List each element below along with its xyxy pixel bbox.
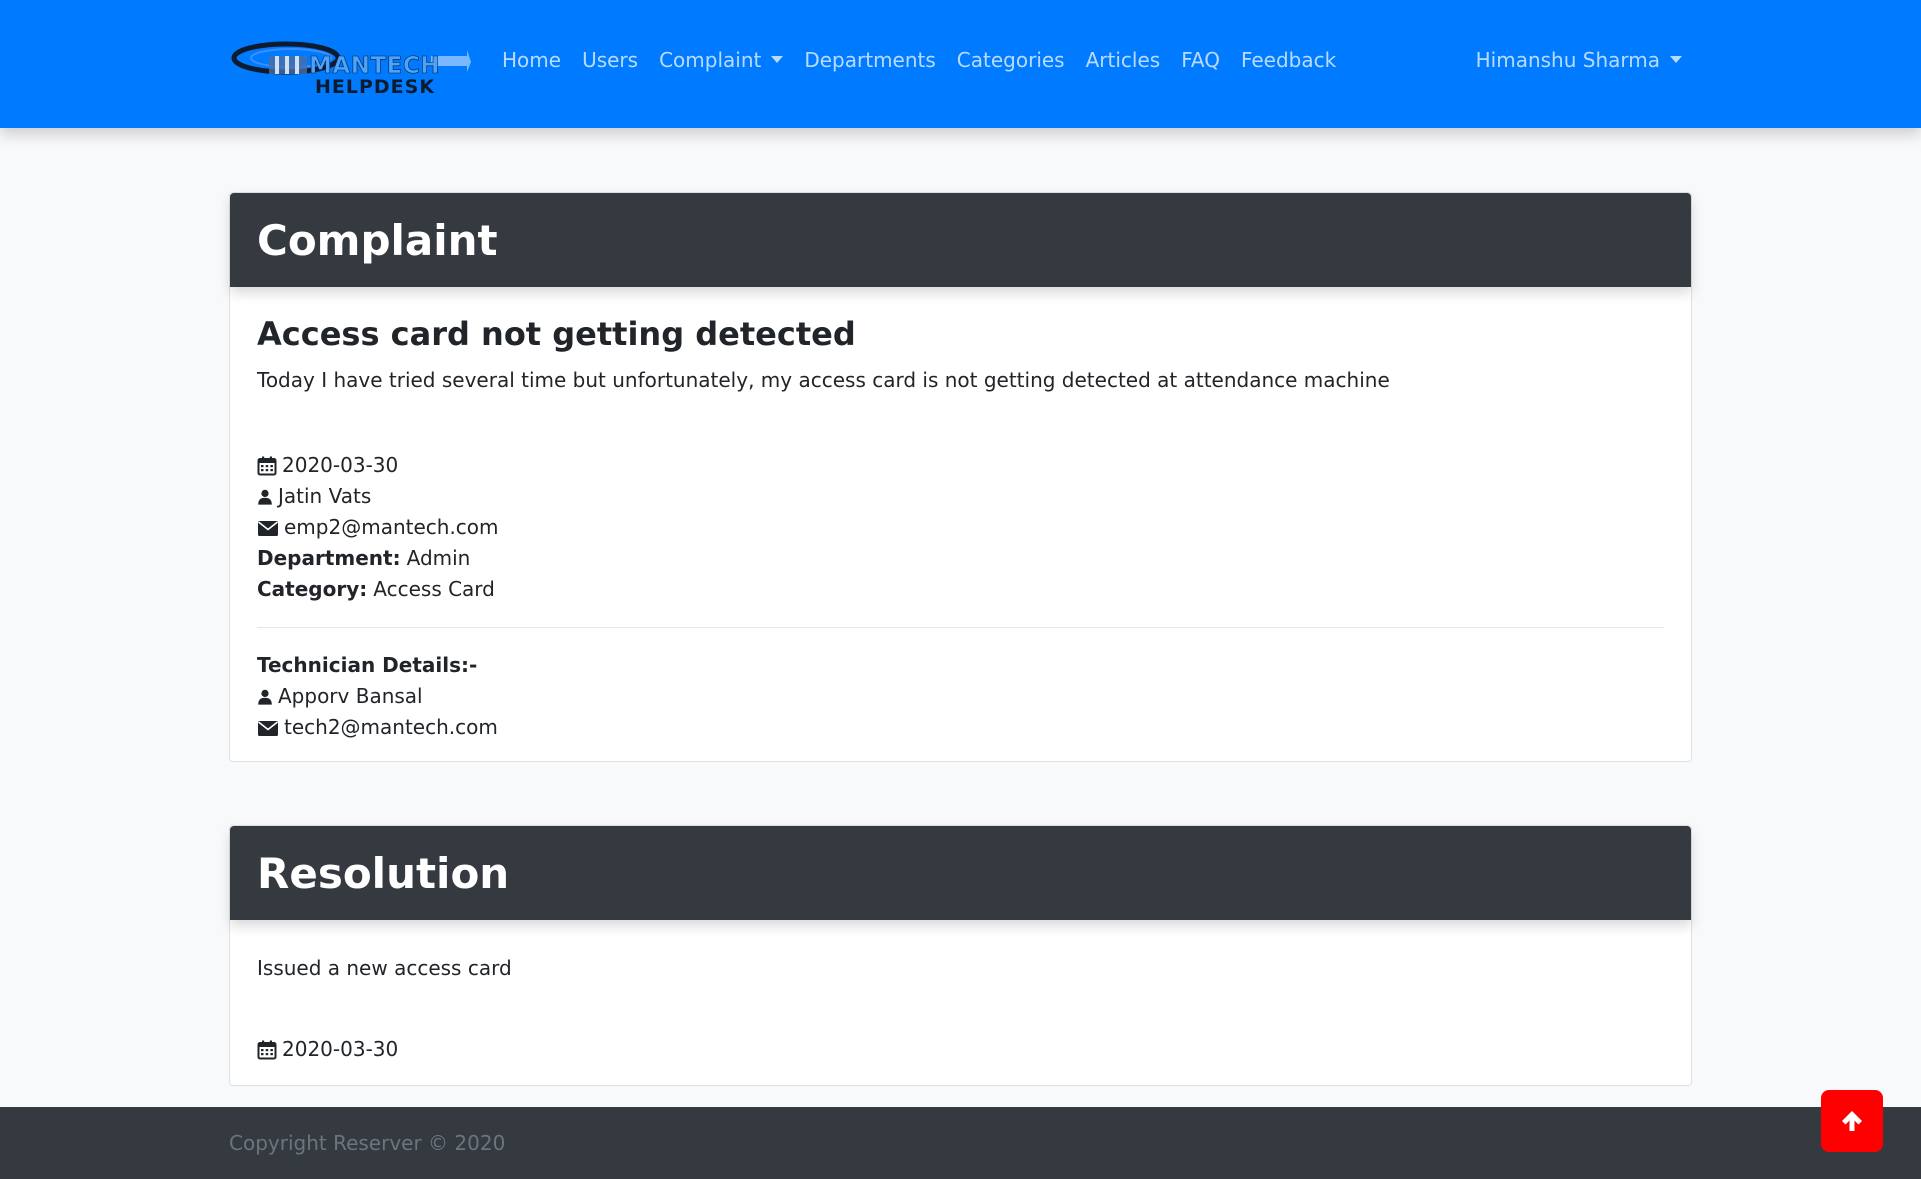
user-menu-dropdown[interactable]: Himanshu Sharma: [1476, 48, 1682, 72]
resolution-date-row: 2020-03-30: [257, 1034, 1664, 1065]
department-row: Department: Admin: [257, 543, 1664, 574]
technician-name: Apporv Bansal: [278, 684, 423, 708]
nav-categories[interactable]: Categories: [957, 48, 1065, 72]
envelope-icon: [258, 520, 278, 536]
complaint-card: Complaint Access card not getting detect…: [229, 192, 1692, 762]
complaint-title: Access card not getting detected: [257, 315, 856, 353]
user-icon: [258, 689, 272, 705]
user-icon: [258, 489, 272, 505]
complaint-card-body: Access card not getting detected Today I…: [230, 287, 1691, 743]
resolution-card-body: Issued a new access card 2020-03-30: [230, 920, 1691, 1065]
top-navbar: MANTECH HELPDESK Home Users Complaint De…: [0, 0, 1921, 128]
nav-users[interactable]: Users: [582, 48, 638, 72]
mantech-helpdesk-logo[interactable]: MANTECH HELPDESK: [231, 28, 471, 100]
nav-feedback[interactable]: Feedback: [1241, 48, 1336, 72]
category-label: Category:: [257, 577, 368, 601]
employee-email: emp2@mantech.com: [284, 515, 499, 539]
scroll-to-top-button[interactable]: [1821, 1090, 1883, 1152]
nav-departments[interactable]: Departments: [804, 48, 935, 72]
nav-home[interactable]: Home: [502, 48, 561, 72]
calendar-icon: [257, 1040, 277, 1059]
category-value: Access Card: [373, 577, 495, 601]
resolution-heading: Resolution: [257, 848, 510, 898]
complaint-description: Today I have tried several time but unfo…: [257, 368, 1390, 392]
resolution-date: 2020-03-30: [282, 1037, 399, 1061]
resolution-card-header: Resolution: [230, 826, 1691, 920]
arrow-up-icon: [1842, 1111, 1862, 1131]
nav-complaint-label: Complaint: [659, 48, 762, 72]
footer: Copyright Reserver © 2020: [0, 1107, 1921, 1179]
nav-articles[interactable]: Articles: [1086, 48, 1161, 72]
department-value: Admin: [406, 546, 471, 570]
category-row: Category: Access Card: [257, 574, 1664, 605]
main-nav: Home Users Complaint Departments Categor…: [502, 48, 1357, 72]
caret-down-icon: [771, 56, 784, 63]
employee-name: Jatin Vats: [278, 484, 372, 508]
employee-name-row: Jatin Vats: [257, 481, 1664, 512]
resolution-card: Resolution Issued a new access card 2020…: [229, 825, 1692, 1086]
nav-faq[interactable]: FAQ: [1181, 48, 1220, 72]
complaint-card-header: Complaint: [230, 193, 1691, 287]
technician-heading-row: Technician Details:-: [257, 650, 1664, 681]
nav-complaint-dropdown[interactable]: Complaint: [659, 48, 784, 72]
technician-email-row: tech2@mantech.com: [257, 712, 1664, 743]
complaint-date-row: 2020-03-30: [257, 450, 1664, 481]
footer-copyright: Copyright Reserver © 2020: [229, 1131, 506, 1155]
complaint-heading: Complaint: [257, 215, 498, 265]
complaint-date: 2020-03-30: [282, 453, 399, 477]
envelope-icon: [258, 720, 278, 736]
resolution-text: Issued a new access card: [257, 956, 512, 980]
technician-name-row: Apporv Bansal: [257, 681, 1664, 712]
caret-down-icon: [1670, 56, 1682, 63]
department-label: Department:: [257, 546, 401, 570]
user-menu-name: Himanshu Sharma: [1475, 48, 1660, 72]
divider: [257, 627, 1664, 628]
employee-email-row: emp2@mantech.com: [257, 512, 1664, 543]
logo-text-helpdesk: HELPDESK: [315, 76, 436, 98]
technician-heading: Technician Details:-: [257, 653, 478, 677]
calendar-icon: [257, 456, 277, 475]
technician-email: tech2@mantech.com: [284, 715, 498, 739]
